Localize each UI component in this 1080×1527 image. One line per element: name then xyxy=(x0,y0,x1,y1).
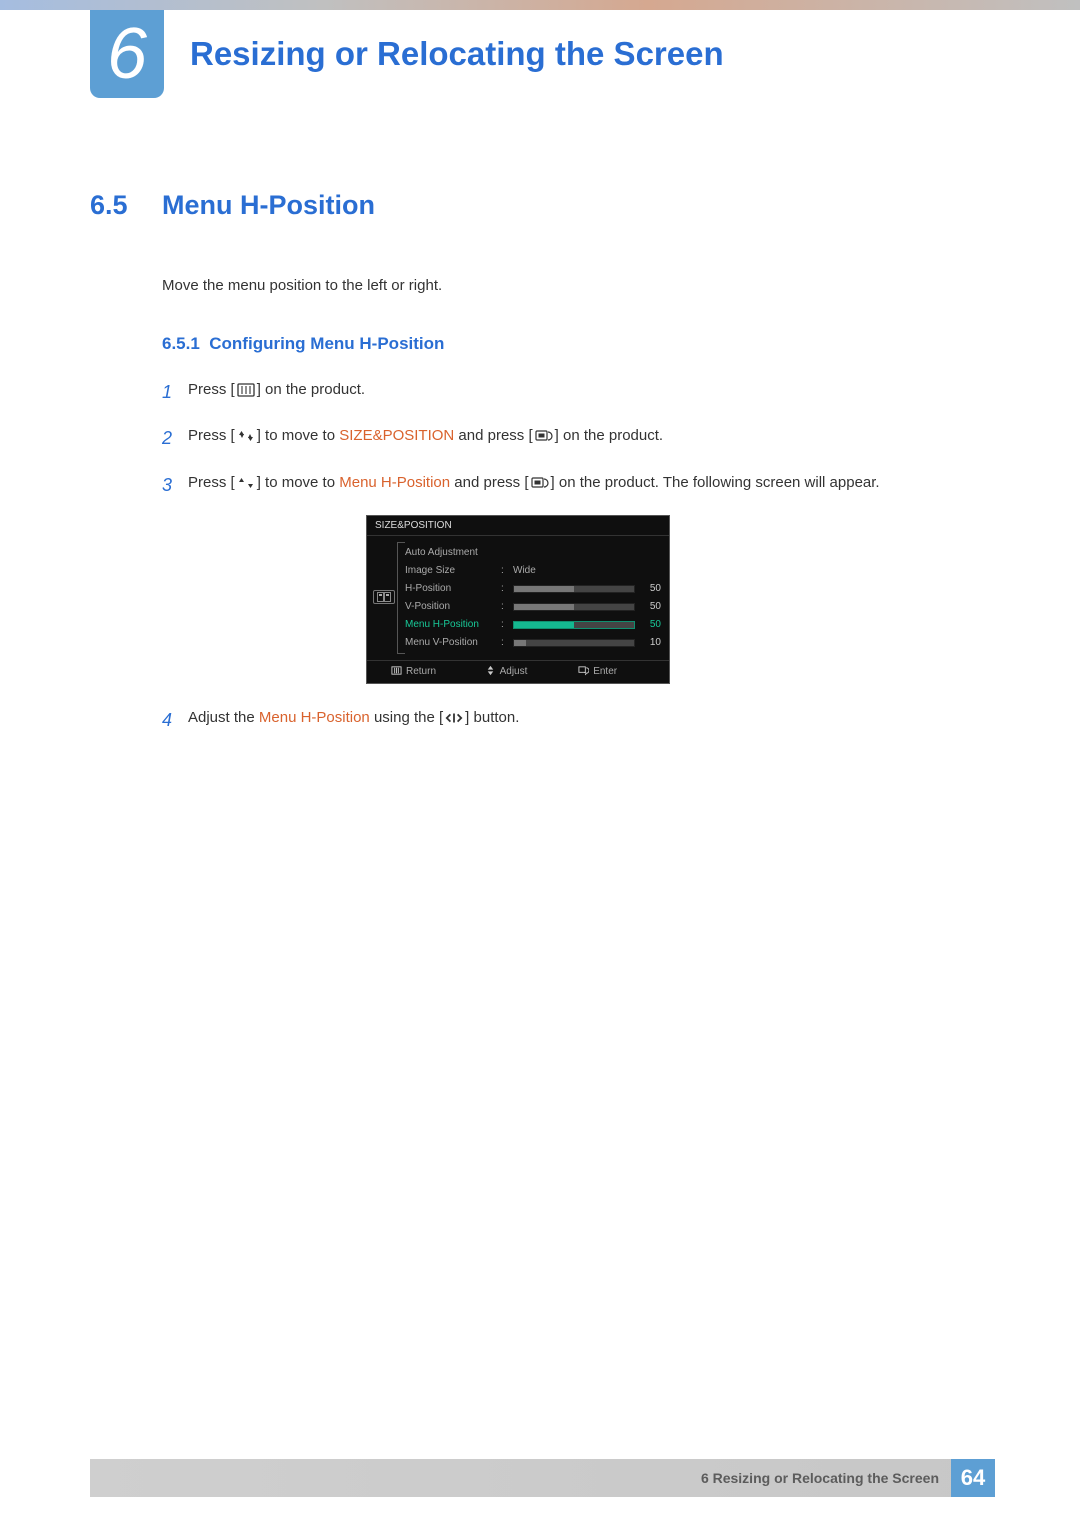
osd-row-vposition: V-Position : 50 xyxy=(405,598,661,616)
footer-page-number: 64 xyxy=(951,1459,995,1497)
section-number: 6.5 xyxy=(90,190,162,221)
step-4: 4 Adjust the Menu H-Position using the [… xyxy=(162,704,995,737)
osd-body: Auto Adjustment Image Size : Wide H-Posi… xyxy=(367,536,669,660)
steps-list: 1 Press [] on the product. 2 Press [] to… xyxy=(162,376,995,737)
osd-row-hposition: H-Position : 50 xyxy=(405,580,661,598)
step-text: Press [] on the product. xyxy=(188,376,995,404)
enter-icon xyxy=(531,476,549,490)
updown-icon xyxy=(237,476,255,490)
footer-text: 6 Resizing or Relocating the Screen xyxy=(701,1470,939,1486)
highlight: SIZE&POSITION xyxy=(339,427,454,444)
step-text: Press [] to move to Menu H-Position and … xyxy=(188,469,995,497)
return-icon xyxy=(391,665,402,679)
step-1: 1 Press [] on the product. xyxy=(162,376,995,409)
menu-icon xyxy=(237,383,255,397)
osd-bracket xyxy=(397,542,405,654)
highlight: Menu H-Position xyxy=(259,709,370,726)
slider xyxy=(513,603,635,611)
top-gradient-bar xyxy=(0,0,1080,10)
section-description: Move the menu position to the left or ri… xyxy=(162,277,995,294)
subsection-heading: 6.5.1 Configuring Menu H-Position xyxy=(162,334,995,354)
slider-active xyxy=(513,621,635,629)
enter-icon xyxy=(535,429,553,443)
chapter-number: 6 xyxy=(107,13,147,95)
osd-row-image-size: Image Size : Wide xyxy=(405,562,661,580)
updown-icon xyxy=(237,429,255,443)
subsection-title: Configuring Menu H-Position xyxy=(209,334,444,353)
step-text: Adjust the Menu H-Position using the [] … xyxy=(188,704,995,732)
subsection-number: 6.5.1 xyxy=(162,334,200,353)
step-3: 3 Press [] to move to Menu H-Position an… xyxy=(162,469,995,502)
enter-icon xyxy=(578,665,589,679)
highlight: Menu H-Position xyxy=(339,474,450,491)
step-number: 1 xyxy=(162,376,188,409)
step-text: Press [] to move to SIZE&POSITION and pr… xyxy=(188,422,995,450)
osd-row-auto: Auto Adjustment xyxy=(405,544,661,562)
osd-footer: Return Adjust Enter xyxy=(367,660,669,683)
leftright-icon xyxy=(445,711,463,725)
slider xyxy=(513,585,635,593)
step-2: 2 Press [] to move to SIZE&POSITION and … xyxy=(162,422,995,455)
osd-title: SIZE&POSITION xyxy=(367,516,669,536)
page-footer: 6 Resizing or Relocating the Screen 64 xyxy=(90,1459,995,1497)
osd-screenshot: SIZE&POSITION Auto Adjustment Image Size… xyxy=(366,515,670,684)
section-title: Menu H-Position xyxy=(162,190,375,220)
step-number: 2 xyxy=(162,422,188,455)
step-number: 4 xyxy=(162,704,188,737)
step-number: 3 xyxy=(162,469,188,502)
chapter-badge: 6 xyxy=(90,10,164,98)
osd-category-icon xyxy=(373,590,395,604)
slider xyxy=(513,639,635,647)
adjust-icon xyxy=(485,665,496,679)
chapter-title: Resizing or Relocating the Screen xyxy=(190,35,724,73)
section-heading: 6.5Menu H-Position xyxy=(90,190,995,221)
osd-row-menu-hposition: Menu H-Position : 50 xyxy=(405,616,661,634)
osd-row-menu-vposition: Menu V-Position : 10 xyxy=(405,634,661,652)
